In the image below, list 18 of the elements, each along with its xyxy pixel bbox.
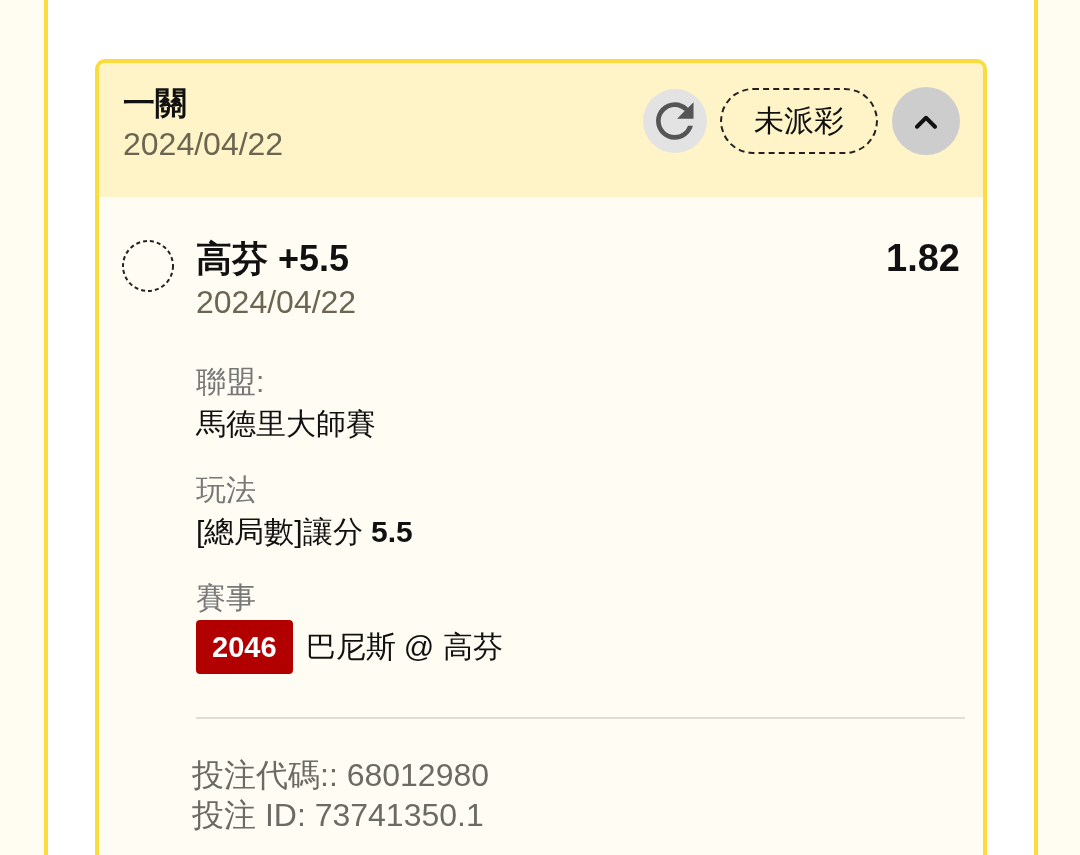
detail-value: 巴尼斯 @ 高芬 (305, 629, 503, 665)
detail-label: 賽事 (196, 580, 257, 616)
detail-value: 馬德里大師賽 (196, 406, 377, 442)
bet-type-title: 一關 (123, 84, 188, 123)
bet-reference-text: 投注 ID: 73741350.1 (192, 796, 485, 835)
odds-value: 1.82 (886, 236, 960, 280)
refresh-icon (656, 102, 694, 140)
dashed-circle-icon (122, 240, 174, 292)
match-number-badge: 2046 (196, 620, 293, 674)
bet-reference-text: 投注代碼:: 68012980 (192, 756, 491, 795)
detail-value: [總局數]讓分 5.5 (196, 514, 414, 550)
bet-date: 2024/04/22 (123, 125, 284, 164)
chevron-up-icon (914, 113, 938, 129)
detail-label: 聯盟: (196, 364, 266, 400)
selection-date: 2024/04/22 (196, 283, 358, 322)
status-badge: 未派彩 (720, 88, 878, 154)
selection-title: 高芬 +5.5 (196, 237, 350, 281)
detail-label: 玩法 (196, 472, 257, 508)
